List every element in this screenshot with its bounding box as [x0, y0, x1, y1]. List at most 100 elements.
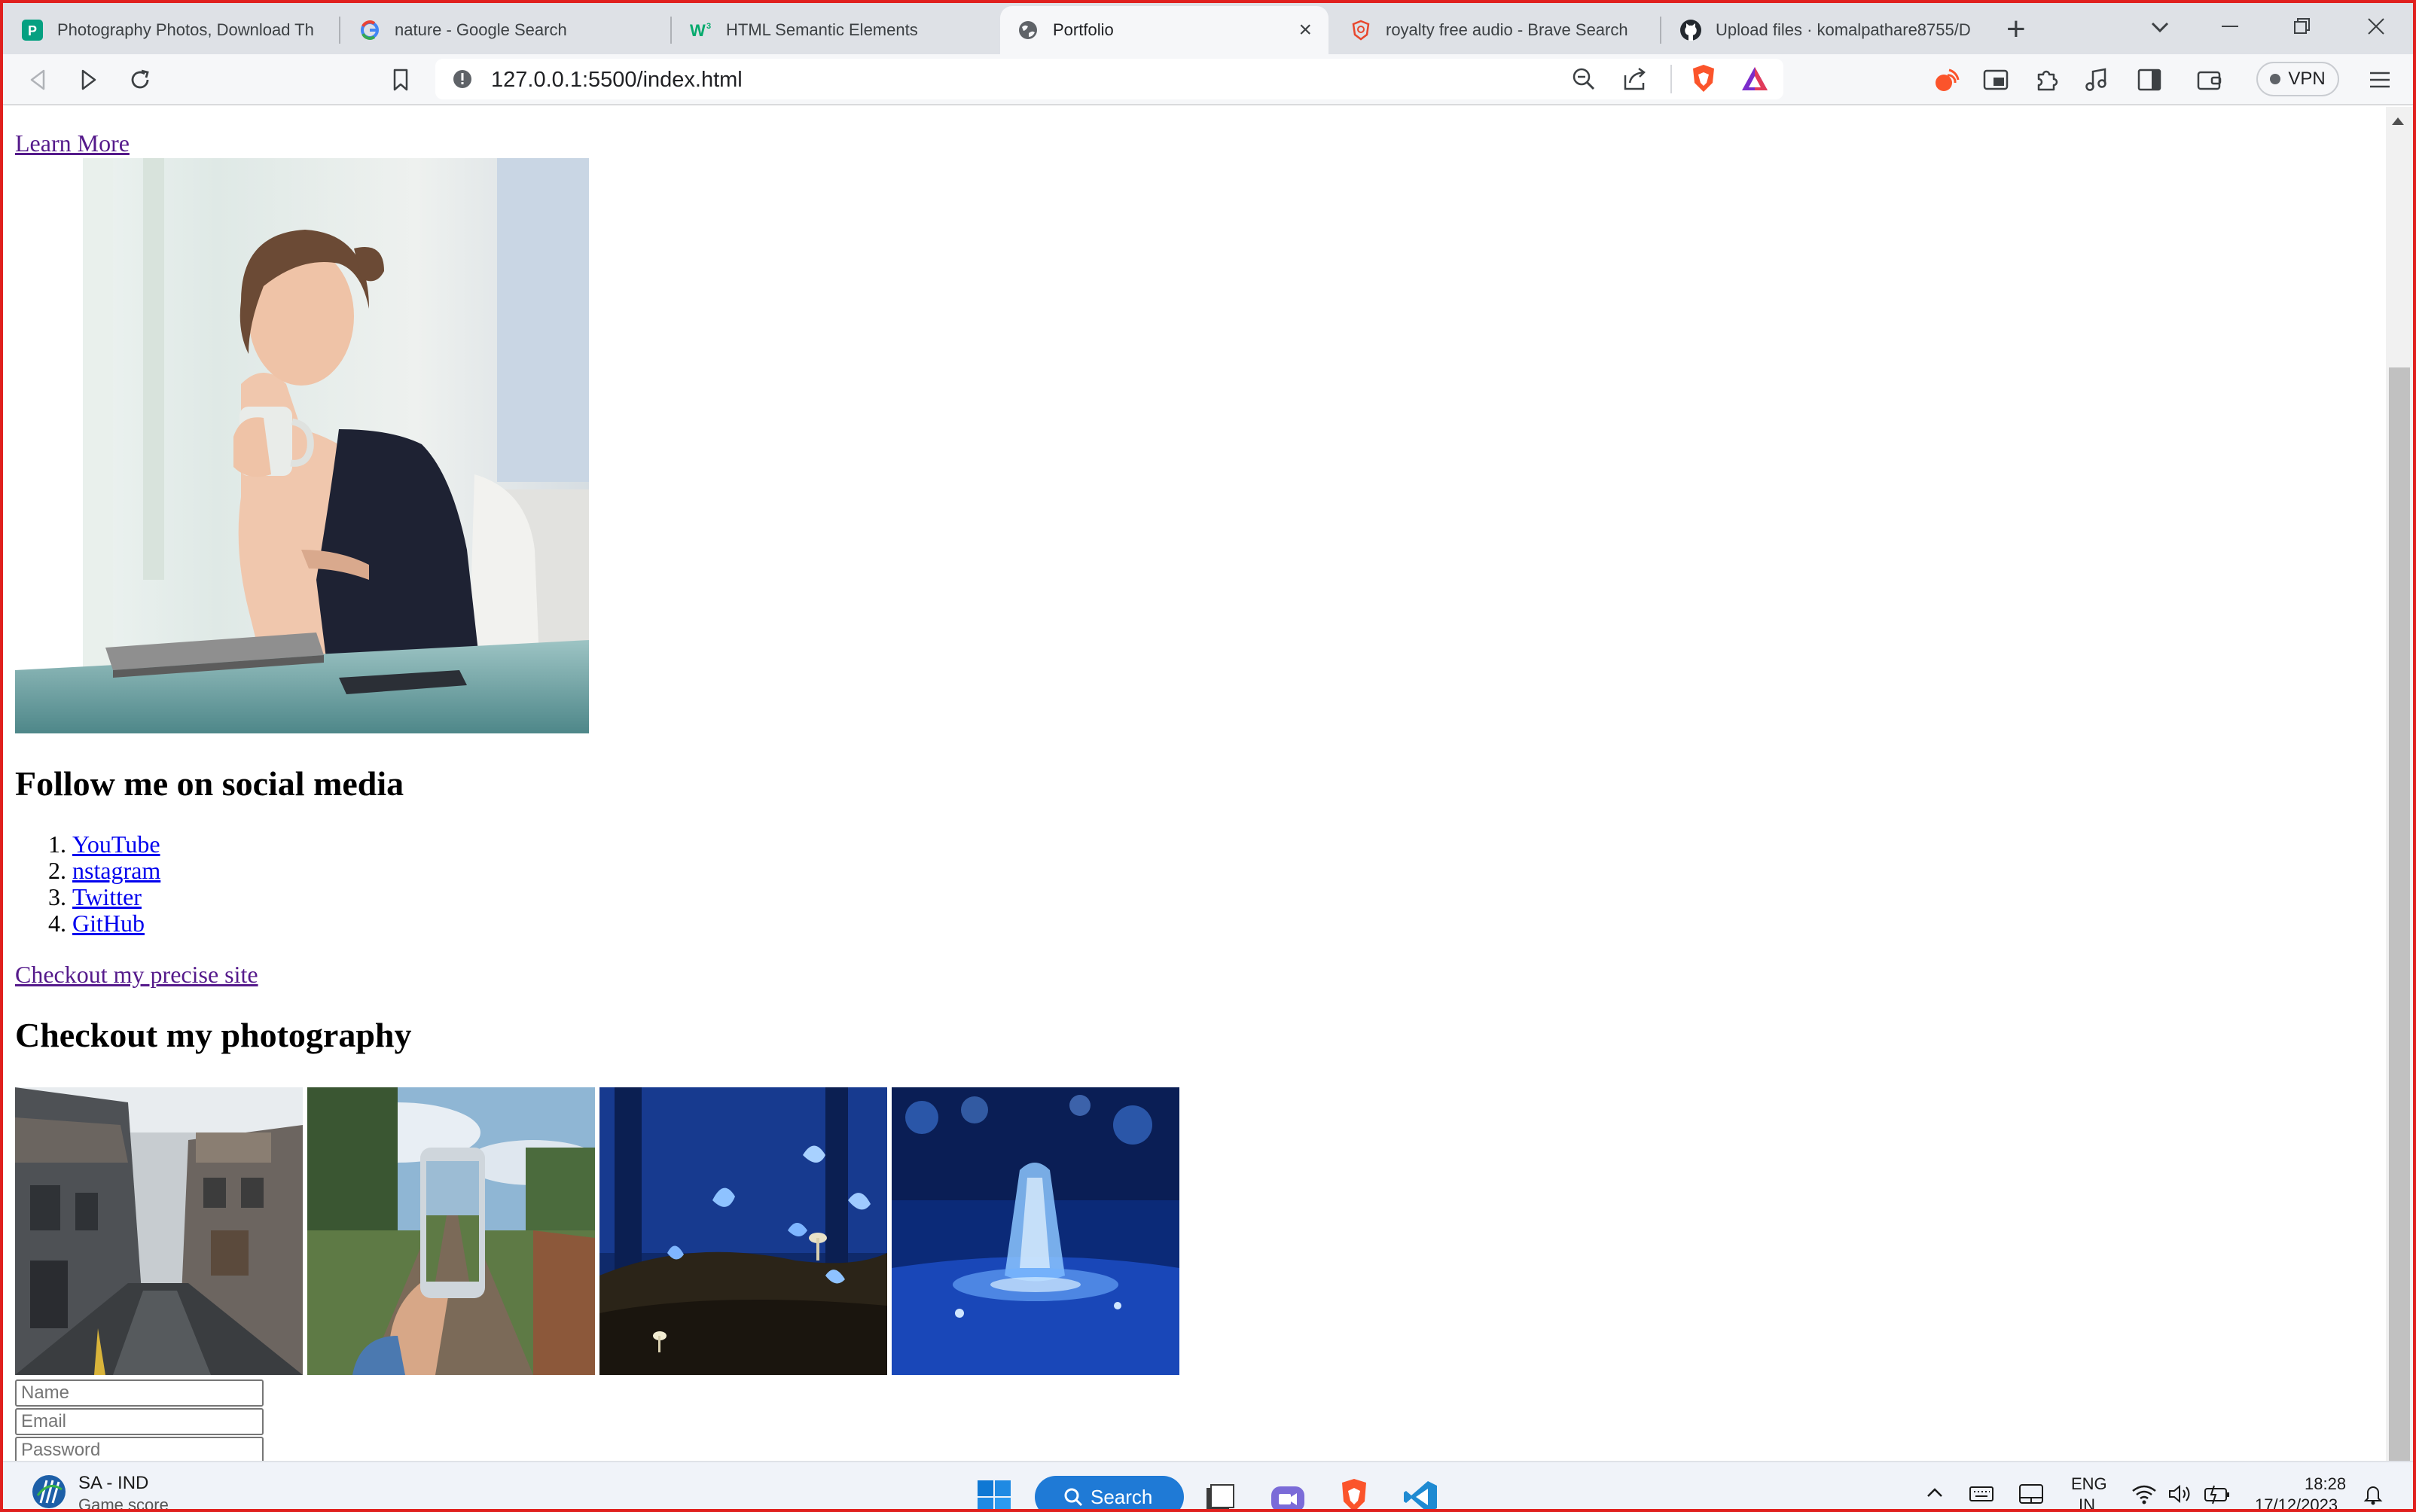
google-icon	[358, 19, 381, 41]
portrait-image	[15, 158, 589, 733]
name-input[interactable]	[15, 1379, 264, 1407]
address-bar-divider	[1670, 65, 1672, 93]
tab-search-icon[interactable]	[2145, 12, 2175, 46]
brave-rewards-icon[interactable]	[1740, 65, 1770, 97]
battery-icon[interactable]	[2204, 1483, 2231, 1508]
tab-w3schools[interactable]: W3 HTML Semantic Elements	[673, 6, 997, 54]
svg-text:P: P	[28, 23, 37, 38]
tab-google-search[interactable]: nature - Google Search	[342, 6, 666, 54]
close-tab-icon[interactable]: ×	[1298, 17, 1312, 43]
sidebar-icon[interactable]	[2134, 65, 2164, 95]
list-item: YouTube	[72, 831, 160, 858]
svg-text:W: W	[690, 21, 706, 40]
tab-title: Upload files · komalpathare8755/D	[1716, 20, 1970, 39]
tab-title: royalty free audio - Brave Search	[1386, 20, 1628, 39]
github-link[interactable]: GitHub	[72, 910, 145, 937]
instagram-link[interactable]: nstagram	[72, 857, 160, 884]
search-icon	[1064, 1488, 1083, 1507]
reload-icon[interactable]	[125, 65, 155, 95]
url-text: 127.0.0.1:5500/index.html	[491, 68, 743, 92]
photography-heading: Checkout my photography	[15, 1016, 412, 1054]
zoom-out-icon[interactable]	[1571, 66, 1597, 96]
browser-toolbar: 127.0.0.1:5500/index.html VPN	[0, 54, 2416, 105]
address-bar[interactable]: 127.0.0.1:5500/index.html	[435, 59, 1783, 99]
tab-separator	[670, 17, 672, 44]
precise-site-link[interactable]: Checkout my precise site	[15, 961, 258, 989]
new-tab-button[interactable]: +	[2006, 11, 2026, 48]
bookmark-icon[interactable]	[386, 65, 416, 95]
widget-title[interactable]: SA - IND	[78, 1473, 148, 1494]
search-label: Search	[1091, 1485, 1153, 1508]
phone-railway-photo	[307, 1087, 595, 1375]
show-hidden-icons-icon[interactable]	[1925, 1485, 1945, 1504]
region-indicator: IN	[2079, 1495, 2095, 1512]
file-explorer-icon[interactable]	[1203, 1483, 1237, 1512]
share-icon[interactable]	[1622, 66, 1648, 96]
site-info-icon[interactable]	[452, 69, 473, 93]
brave-news-icon[interactable]	[1931, 65, 1961, 95]
w3schools-icon: W3	[690, 19, 712, 41]
windows-start-icon[interactable]	[976, 1479, 1012, 1512]
touchpad-icon[interactable]	[2018, 1483, 2044, 1508]
volume-icon[interactable]	[2167, 1483, 2193, 1508]
twitter-link[interactable]: Twitter	[72, 883, 142, 910]
tab-separator	[1660, 17, 1661, 44]
scrollbar-thumb[interactable]	[2389, 367, 2410, 1461]
restore-button[interactable]	[2268, 8, 2336, 45]
tab-strip: P Photography Photos, Download Th nature…	[0, 0, 2416, 54]
tab-title: Portfolio	[1053, 20, 1114, 39]
tab-pexels[interactable]: P Photography Photos, Download Th	[5, 6, 336, 54]
wifi-icon[interactable]	[2131, 1483, 2157, 1508]
widget-subtitle: Game score	[78, 1495, 169, 1512]
scroll-up-arrow-icon[interactable]	[2392, 117, 2404, 125]
cricket-widget-icon[interactable]	[30, 1473, 68, 1512]
tab-brave-search[interactable]: royalty free audio - Brave Search	[1333, 6, 1657, 54]
vscode-icon[interactable]	[1402, 1479, 1438, 1512]
vpn-label: VPN	[2288, 69, 2326, 89]
close-window-button[interactable]	[2342, 8, 2410, 45]
blue-water-fountain-photo	[892, 1087, 1179, 1375]
list-item: GitHub	[72, 910, 160, 937]
vpn-button[interactable]: VPN	[2256, 62, 2339, 96]
password-input[interactable]	[15, 1437, 264, 1461]
brave-search-icon	[1350, 19, 1372, 41]
photo-gallery	[15, 1087, 1179, 1375]
tab-title: HTML Semantic Elements	[726, 20, 918, 39]
windows-taskbar: SA - IND Game score Search ENG IN 18:28 …	[0, 1461, 2416, 1512]
back-icon[interactable]	[23, 65, 53, 95]
menu-icon[interactable]	[2365, 65, 2395, 95]
blue-butterflies-photo	[599, 1087, 887, 1375]
social-heading: Follow me on social media	[15, 764, 404, 803]
clock-date: 17/12/2023	[2255, 1495, 2338, 1512]
learn-more-link[interactable]: Learn More	[15, 130, 130, 157]
extensions-icon[interactable]	[2032, 65, 2062, 95]
vpn-status-icon	[2270, 74, 2281, 84]
keyboard-icon[interactable]	[1969, 1485, 1994, 1507]
wallet-icon[interactable]	[2195, 65, 2225, 95]
pexels-icon: P	[21, 19, 44, 41]
social-links-list: YouTube nstagram Twitter GitHub	[15, 831, 160, 937]
minimize-button[interactable]	[2196, 8, 2264, 45]
tab-github[interactable]: Upload files · komalpathare8755/D	[1663, 6, 1987, 54]
clock-time[interactable]: 18:28	[2305, 1474, 2346, 1494]
tab-title: Photography Photos, Download Th	[57, 20, 314, 39]
youtube-link[interactable]: YouTube	[72, 831, 160, 858]
city-alley-photo	[15, 1087, 303, 1375]
taskbar-search-button[interactable]: Search	[1035, 1476, 1184, 1512]
picture-in-picture-icon[interactable]	[1981, 65, 2011, 95]
tab-title: nature - Google Search	[395, 20, 567, 39]
list-item: nstagram	[72, 858, 160, 884]
page-viewport: Learn More Follow me on social media 1. …	[3, 107, 2386, 1461]
list-item: Twitter	[72, 884, 160, 910]
brave-browser-icon[interactable]	[1338, 1477, 1371, 1512]
forward-icon[interactable]	[74, 65, 104, 95]
brave-shields-icon[interactable]	[1688, 63, 1719, 99]
globe-icon	[1017, 19, 1039, 41]
language-indicator[interactable]: ENG	[2071, 1474, 2107, 1494]
tab-portfolio[interactable]: Portfolio ×	[1000, 6, 1328, 54]
notifications-icon[interactable]	[2362, 1483, 2384, 1510]
teams-meet-icon[interactable]	[1270, 1482, 1306, 1512]
email-input[interactable]	[15, 1408, 264, 1435]
github-icon	[1679, 19, 1702, 41]
media-control-icon[interactable]	[2082, 65, 2112, 95]
